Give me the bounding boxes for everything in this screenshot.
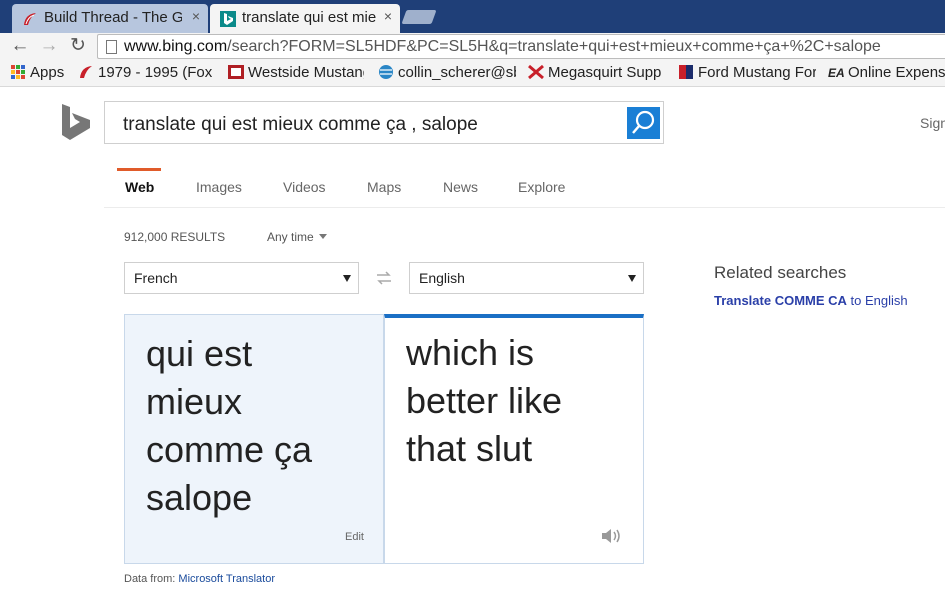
apps-grid-icon <box>11 65 25 79</box>
url-text: www.bing.com/search?FORM=SL5HDF&PC=SL5H&… <box>124 38 881 55</box>
ea-icon: EA <box>828 66 844 80</box>
sign-in-link[interactable]: Sign <box>920 115 945 131</box>
bookmark-mustang-forums[interactable]: Ford Mustang Forums <box>678 64 816 81</box>
tab-title: translate qui est mie <box>242 9 377 26</box>
bing-favicon-icon <box>220 11 236 27</box>
megasquirt-icon <box>528 64 544 80</box>
mustang-flag-icon <box>679 65 693 79</box>
data-source-note: Data from: Microsoft Translator <box>124 573 276 585</box>
time-filter-dropdown[interactable]: Any time <box>267 230 327 244</box>
bookmark-expense[interactable]: EA Online Expense <box>828 64 945 81</box>
close-tab-icon[interactable]: × <box>384 8 392 24</box>
back-arrow-icon[interactable]: ← <box>9 35 31 57</box>
related-search-link[interactable]: Translate COMME CA to English <box>714 293 908 308</box>
westside-logo-icon <box>228 65 244 79</box>
bookmark-westside[interactable]: Westside Mustang <box>228 64 364 81</box>
edit-link[interactable]: Edit <box>345 531 364 543</box>
target-language-select[interactable]: English <box>409 262 644 294</box>
bookmark-megasquirt[interactable]: Megasquirt Support <box>528 64 662 81</box>
source-text: qui est mieux comme ça salope <box>146 333 313 518</box>
tire-icon <box>80 66 92 78</box>
swap-languages-icon[interactable] <box>374 268 394 288</box>
search-button[interactable] <box>627 107 660 139</box>
tab-images[interactable]: Images <box>196 179 242 195</box>
browser-toolbar: ← → ↻ www.bing.com/search?FORM=SL5HDF&PC… <box>0 33 945 60</box>
translated-text: which is better like that slut <box>406 332 563 469</box>
att-globe-icon <box>379 65 393 79</box>
tab-news[interactable]: News <box>443 179 478 195</box>
bookmark-att[interactable]: collin_scherer@sb <box>378 64 516 81</box>
tab-build-thread[interactable]: Build Thread - The G × <box>12 4 208 33</box>
scope-tabs: Web Images Videos Maps News Explore <box>104 168 945 208</box>
bookmark-fox[interactable]: 1979 - 1995 (Fox) <box>78 64 212 81</box>
forward-arrow-icon[interactable]: → <box>38 35 60 57</box>
source-text-panel[interactable]: qui est mieux comme ça salope Edit <box>124 314 384 564</box>
chevron-down-icon <box>318 234 327 239</box>
new-tab-button[interactable] <box>401 10 437 24</box>
search-box[interactable]: translate qui est mieux comme ça , salop… <box>104 101 664 144</box>
tire-icon <box>24 13 36 25</box>
search-icon <box>632 110 655 134</box>
dropdown-arrow-icon <box>628 275 636 282</box>
related-searches-heading: Related searches <box>714 263 847 282</box>
dropdown-arrow-icon <box>343 275 351 282</box>
translated-text-panel: which is better like that slut <box>384 314 644 564</box>
bing-logo-icon[interactable] <box>60 104 92 140</box>
tab-strip: Build Thread - The G × translate qui est… <box>0 0 945 33</box>
address-bar[interactable]: www.bing.com/search?FORM=SL5HDF&PC=SL5H&… <box>97 34 945 59</box>
tab-explore[interactable]: Explore <box>518 179 565 195</box>
result-count: 912,000 RESULTS <box>124 230 226 244</box>
tab-web[interactable]: Web <box>125 179 154 195</box>
tab-videos[interactable]: Videos <box>283 179 326 195</box>
speaker-icon[interactable] <box>601 527 623 545</box>
tab-maps[interactable]: Maps <box>367 179 401 195</box>
bookmarks-bar: Apps 1979 - 1995 (Fox) Westside Mustang … <box>0 60 945 87</box>
tab-translate[interactable]: translate qui est mie × <box>210 4 400 33</box>
close-tab-icon[interactable]: × <box>192 8 200 24</box>
search-input[interactable]: translate qui est mieux comme ça , salop… <box>123 114 478 136</box>
page-icon <box>106 40 117 54</box>
microsoft-translator-link[interactable]: Microsoft Translator <box>178 573 275 585</box>
tab-title: Build Thread - The G <box>44 9 182 26</box>
svg-text:EA: EA <box>828 66 844 80</box>
source-language-select[interactable]: French <box>124 262 359 294</box>
reload-icon[interactable]: ↻ <box>67 35 89 57</box>
active-scope-underline <box>117 168 161 171</box>
bookmark-apps[interactable]: Apps <box>10 64 64 81</box>
